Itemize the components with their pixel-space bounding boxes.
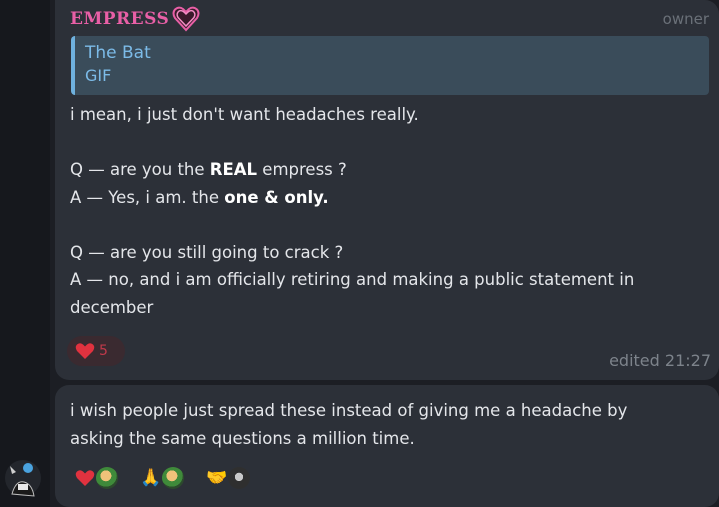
reactor-avatar (162, 467, 185, 489)
sender-avatar[interactable] (4, 458, 42, 498)
handshake-icon: 🤝 (206, 468, 228, 488)
reply-title: The Bat (85, 43, 151, 63)
message-line: i mean, i just don't want headaches real… (70, 101, 705, 129)
reaction-heart[interactable] (75, 467, 118, 489)
reaction-count: 5 (99, 343, 108, 359)
message-line: asking the same questions a million time… (70, 428, 415, 448)
text-segment: i mean, i just don't want headaches real… (70, 105, 419, 124)
reaction-handshake[interactable]: 🤝 (206, 467, 251, 489)
message-text: i wish people just spread these instead … (70, 397, 705, 452)
message-line: A — Yes, i am. the one & only. (70, 184, 705, 212)
message-bubble[interactable]: i wish people just spread these instead … (55, 385, 719, 507)
edited-timestamp: edited 21:27 (609, 351, 711, 370)
heart-icon (75, 343, 95, 359)
heart-icon (75, 470, 95, 486)
message-line: Q — are you still going to crack ? (70, 239, 705, 267)
message-line (70, 211, 705, 239)
heart-gem-icon (172, 6, 200, 32)
reaction-pray[interactable]: 🙏 (140, 467, 185, 489)
reaction-chip[interactable]: 5 (67, 336, 125, 366)
message-line: A — no, and i am officially retiring and… (70, 266, 705, 294)
pray-icon: 🙏 (140, 468, 162, 488)
reply-type: GIF (85, 66, 112, 85)
text-segment: december (70, 297, 154, 317)
message-line: december (70, 294, 705, 322)
reactor-avatar (228, 467, 251, 489)
reply-quote[interactable]: The Bat GIF (71, 36, 709, 95)
text-segment: A — Yes, i am. the (70, 187, 225, 207)
sender-name[interactable]: EMPRESS (70, 9, 169, 29)
sender-row: EMPRESS owner (70, 6, 709, 32)
message-line: i wish people just spread these instead … (70, 401, 628, 420)
reactions-row: 🙏 🤝 (75, 467, 272, 489)
text-segment: empress ? (257, 160, 347, 179)
reactor-avatar (96, 467, 118, 489)
role-label: owner (662, 10, 709, 28)
bold-text: one & only. (224, 187, 329, 207)
message-bubble[interactable]: EMPRESS owner The Bat GIF i mean, i just… (55, 0, 719, 380)
message-text: i mean, i just don't want headaches real… (70, 101, 705, 321)
text-segment: Q — are you still going to crack ? (70, 242, 344, 262)
text-segment: A — no, and i am officially retiring and… (70, 270, 635, 289)
text-segment: Q — are you the (70, 160, 210, 179)
message-line (70, 129, 705, 157)
bold-text: REAL (209, 160, 258, 179)
avatar-column (0, 0, 50, 507)
message-line: Q — are you the REAL empress ? (70, 156, 705, 184)
